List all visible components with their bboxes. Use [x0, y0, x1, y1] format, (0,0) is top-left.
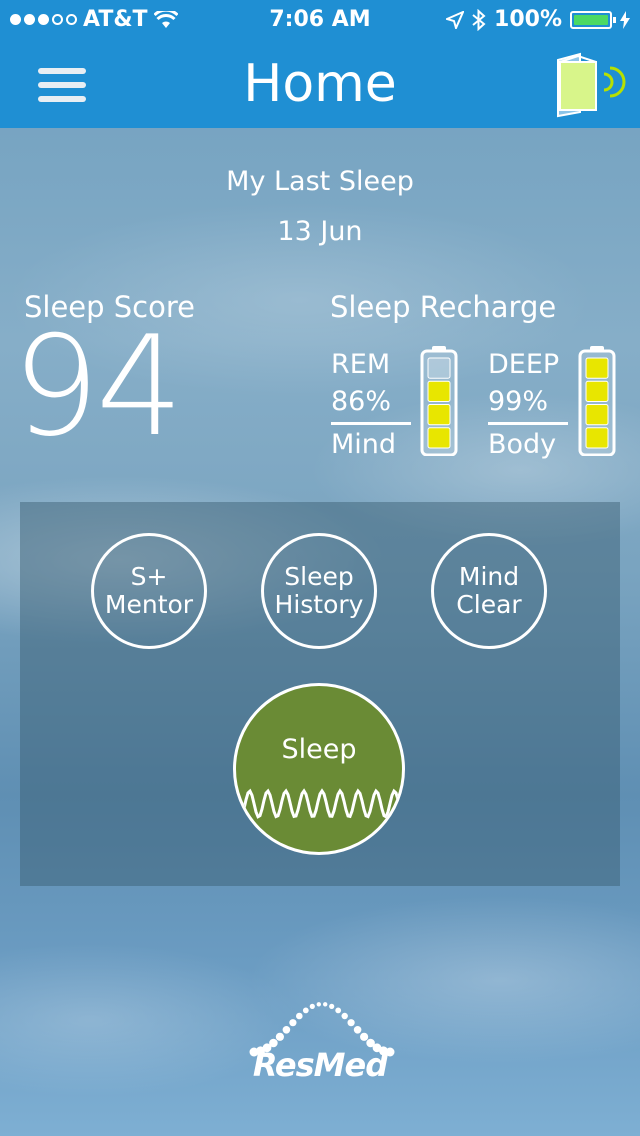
sleep-score-value: 94 — [12, 306, 184, 467]
logo-dot — [353, 1026, 362, 1034]
battery-icon — [570, 10, 616, 29]
logo-dot — [309, 1003, 315, 1009]
sleep-wave-icon — [236, 788, 402, 820]
rem-percent: 86% — [331, 386, 392, 417]
rem-label: REM — [331, 349, 391, 380]
mentor-label-line2: Mentor — [104, 590, 194, 619]
deep-label: DEEP — [488, 349, 560, 380]
logo-dot — [323, 1002, 328, 1007]
rem-caption: Mind — [331, 429, 397, 460]
sleep-recharge-label: Sleep Recharge — [330, 290, 557, 324]
deep-caption: Body — [488, 429, 557, 460]
charging-bolt-icon — [620, 10, 630, 29]
battery-cell — [427, 427, 451, 449]
logo-dot — [329, 1003, 335, 1009]
rem-meter: REM 86% Mind — [331, 346, 411, 463]
history-label-line2: History — [274, 590, 364, 619]
logo-dot — [347, 1019, 355, 1027]
logo-dot — [296, 1012, 303, 1020]
deep-battery-icon — [578, 346, 616, 456]
rem-battery-icon — [420, 346, 458, 456]
logo-dot — [282, 1026, 291, 1034]
battery-cell — [427, 357, 451, 379]
battery-cell — [427, 380, 451, 402]
bluetooth-icon — [472, 8, 486, 31]
deep-divider — [488, 422, 568, 425]
battery-cell — [585, 404, 609, 426]
sleep-button-label: Sleep — [281, 734, 357, 765]
status-right: 100% — [446, 7, 630, 32]
battery-cell — [585, 357, 609, 379]
last-sleep-date: 13 Jun — [277, 216, 363, 247]
mentor-label-line1: S+ — [130, 562, 168, 591]
rem-divider — [331, 422, 411, 425]
mindclear-label-line2: Clear — [456, 590, 522, 619]
sleep-button[interactable]: Sleep — [233, 683, 405, 855]
logo-dot — [289, 1019, 297, 1027]
location-arrow-icon — [446, 10, 465, 29]
logo-dot — [302, 1007, 309, 1014]
page-title: Home — [243, 54, 397, 114]
battery-percent: 100% — [494, 7, 562, 32]
logo-dot — [316, 1002, 321, 1007]
logo-dot — [341, 1012, 348, 1020]
sleep-history-button[interactable]: Sleep History — [261, 533, 377, 649]
deep-meter: DEEP 99% Body — [488, 346, 568, 463]
resmed-logo-text: ResMed — [252, 1046, 388, 1084]
logo-dot — [360, 1032, 369, 1041]
sleep-device-icon[interactable] — [548, 52, 626, 118]
status-bar: AT&T 7:06 AM 100% — [0, 0, 640, 40]
battery-cell — [585, 427, 609, 449]
battery-cell — [427, 404, 451, 426]
last-sleep-heading: My Last Sleep — [226, 166, 414, 197]
deep-percent: 99% — [488, 386, 549, 417]
logo-dot — [275, 1032, 284, 1041]
s-plus-mentor-button[interactable]: S+ Mentor — [91, 533, 207, 649]
logo-dot — [335, 1007, 342, 1014]
mindclear-label-line1: Mind — [458, 562, 520, 591]
history-label-line1: Sleep — [284, 562, 354, 591]
battery-cell — [585, 380, 609, 402]
mind-clear-button[interactable]: Mind Clear — [431, 533, 547, 649]
nav-bar: Home — [0, 40, 640, 128]
